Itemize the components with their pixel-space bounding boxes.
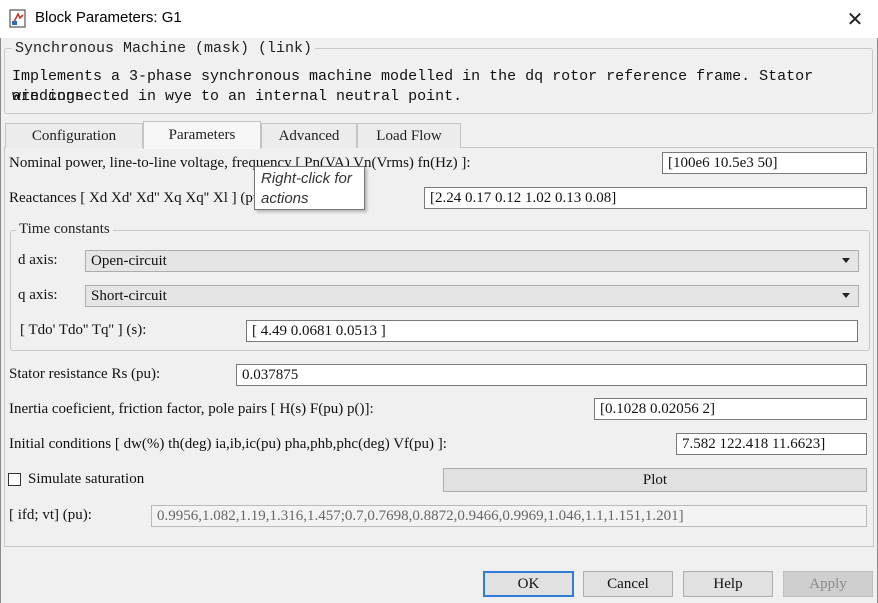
inertia-field[interactable]: [0.1028 0.02056 2] [594, 398, 867, 420]
q-axis-label: q axis: [18, 287, 58, 303]
d-axis-label: d axis: [18, 252, 58, 268]
apply-button[interactable]: Apply [783, 571, 873, 597]
simulate-saturation-checkbox[interactable] [8, 473, 21, 486]
initial-conditions-label: Initial conditions [ dw(%) th(deg) ia,ib… [9, 436, 447, 452]
block-parameters-icon [9, 9, 27, 29]
right-click-tooltip: Right-click for actions [254, 166, 365, 210]
ifd-vt-label: [ ifd; vt] (pu): [9, 507, 92, 523]
help-button[interactable]: Help [683, 571, 773, 597]
nominal-power-label: Nominal power, line-to-line voltage, fre… [9, 155, 471, 171]
d-axis-dropdown[interactable]: Open-circuit [85, 250, 859, 272]
description-text-line2: are connected in wye to an internal neut… [12, 88, 463, 105]
tooltip-line1: Right-click for [261, 170, 352, 187]
time-constants-title: Time constants [16, 221, 113, 238]
tab-configuration[interactable]: Configuration [5, 123, 143, 148]
description-group-title: Synchronous Machine (mask) (link) [12, 40, 316, 57]
stator-resistance-field[interactable]: 0.037875 [236, 364, 867, 386]
chevron-down-icon [842, 293, 850, 298]
tab-load-flow[interactable]: Load Flow [357, 123, 461, 148]
d-axis-value: Open-circuit [91, 253, 167, 269]
stator-resistance-label: Stator resistance Rs (pu): [9, 366, 161, 382]
q-axis-value: Short-circuit [91, 288, 167, 304]
time-constants-values-label: [ Tdo' Tdo'' Tq'' ] (s): [20, 322, 147, 338]
simulate-saturation-label: Simulate saturation [28, 471, 145, 487]
cancel-button[interactable]: Cancel [583, 571, 673, 597]
inertia-label: Inertia coeficient, friction factor, pol… [9, 401, 374, 417]
reactances-field[interactable]: [2.24 0.17 0.12 1.02 0.13 0.08] [424, 187, 867, 209]
ifd-vt-field[interactable]: 0.9956,1.082,1.19,1.316,1.457;0.7,0.7698… [151, 505, 867, 527]
ok-button[interactable]: OK [483, 571, 574, 597]
tooltip-line2: actions [261, 190, 309, 207]
reactances-label: Reactances [ Xd Xd' Xd'' Xq Xq'' Xl ] (p… [9, 190, 270, 206]
window-title: Block Parameters: G1 [35, 9, 182, 26]
plot-button[interactable]: Plot [443, 468, 867, 492]
q-axis-dropdown[interactable]: Short-circuit [85, 285, 859, 307]
chevron-down-icon [842, 258, 850, 263]
initial-conditions-field[interactable]: 7.582 122.418 11.6623] [676, 433, 867, 455]
close-icon[interactable]: ✕ [838, 4, 872, 34]
window-border-left [0, 38, 1, 603]
tab-advanced[interactable]: Advanced [261, 123, 357, 148]
time-constants-field[interactable]: [ 4.49 0.0681 0.0513 ] [246, 320, 858, 342]
tab-parameters[interactable]: Parameters [143, 121, 261, 149]
nominal-power-field[interactable]: [100e6 10.5e3 50] [662, 152, 867, 174]
